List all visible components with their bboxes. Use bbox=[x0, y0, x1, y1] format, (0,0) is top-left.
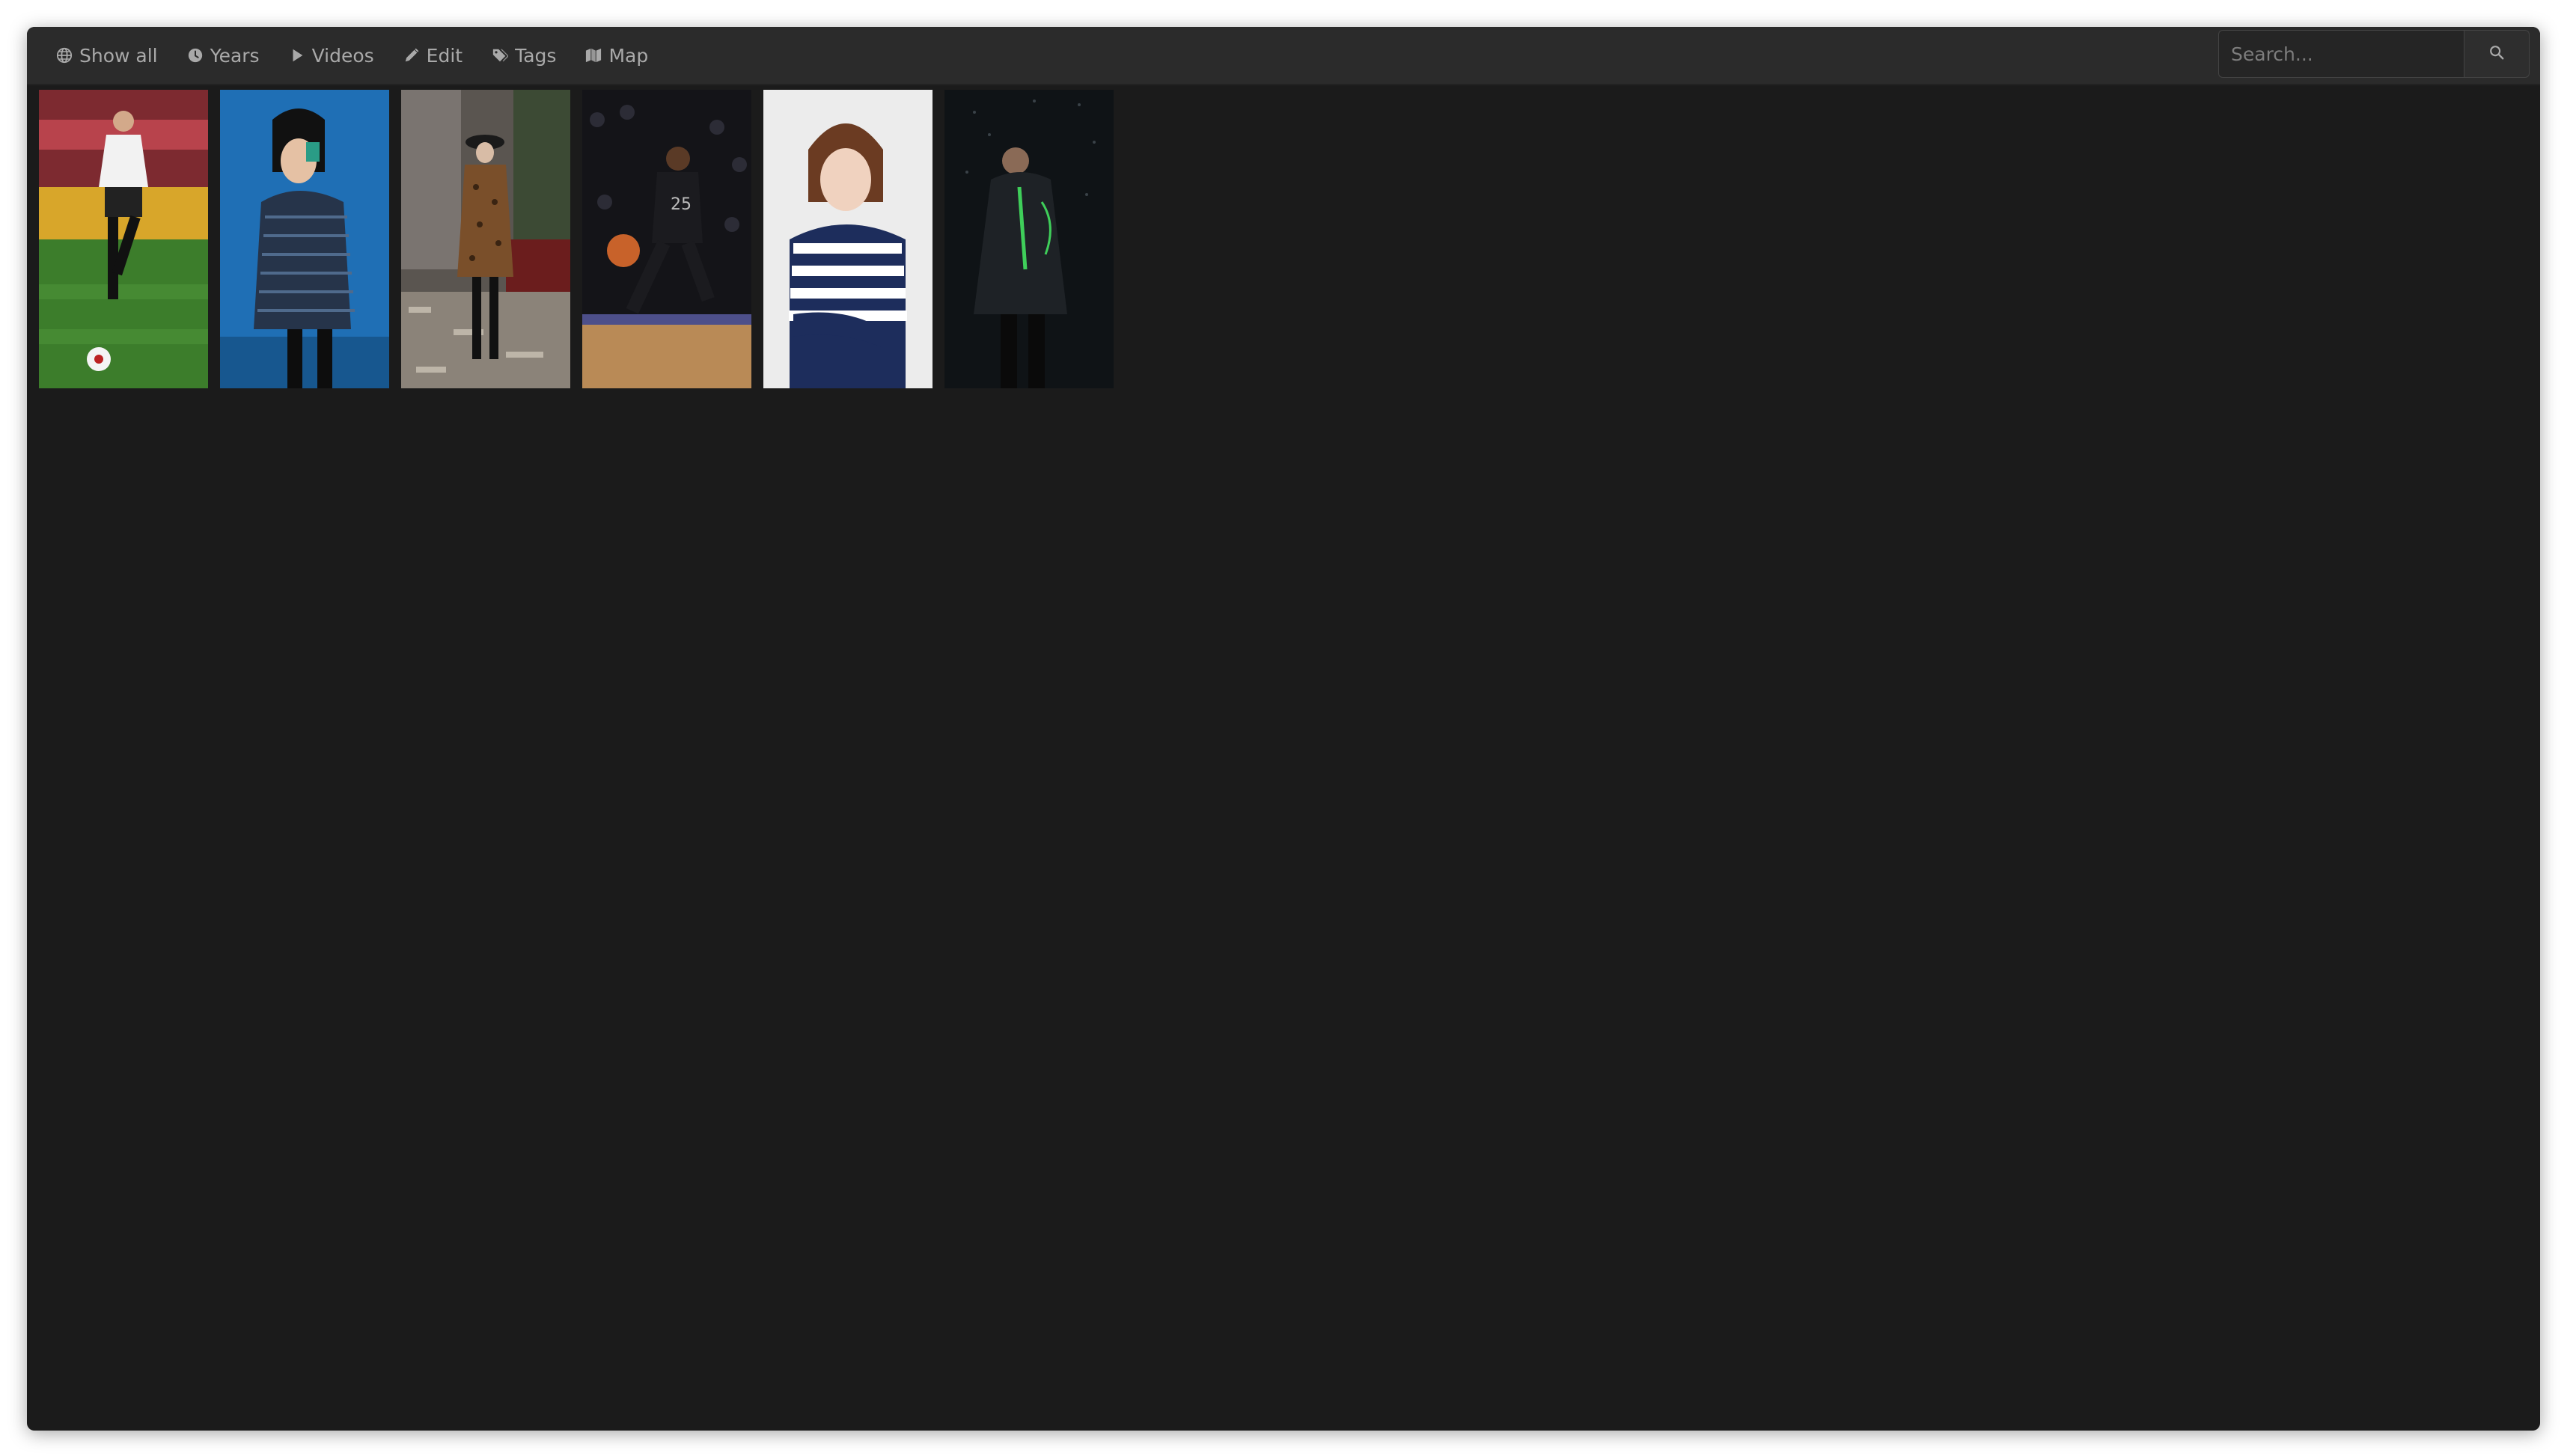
tags-icon bbox=[491, 46, 509, 64]
photo-thumbnail[interactable] bbox=[763, 90, 933, 388]
nav-show-all[interactable]: Show all bbox=[55, 45, 158, 67]
nav-years[interactable]: Years bbox=[186, 45, 260, 67]
top-navbar: Show all Years Videos Edit Tags Map Sear… bbox=[27, 27, 2540, 85]
photo-gallery: 25 bbox=[39, 90, 1126, 388]
nav-map[interactable]: Map bbox=[584, 45, 648, 67]
photo-thumbnail[interactable] bbox=[39, 90, 208, 388]
man-dark-jacket-image bbox=[944, 90, 1114, 388]
nav-tags-label: Tags bbox=[515, 44, 557, 67]
pencil-icon bbox=[403, 46, 421, 64]
globe-icon bbox=[55, 46, 73, 64]
search-form bbox=[2218, 30, 2530, 79]
search-icon bbox=[2488, 44, 2505, 64]
svg-text:25: 25 bbox=[671, 195, 692, 214]
app-window: Show all Years Videos Edit Tags Map Sear… bbox=[27, 27, 2540, 1431]
search-button[interactable] bbox=[2464, 30, 2530, 78]
play-icon bbox=[288, 46, 306, 64]
nav-videos-label: Videos bbox=[311, 44, 374, 67]
leopard-coat-model-image bbox=[401, 90, 570, 388]
soccer-player-image bbox=[39, 90, 208, 388]
photo-thumbnail[interactable] bbox=[401, 90, 570, 388]
clock-icon bbox=[186, 46, 204, 64]
nav-edit[interactable]: Edit bbox=[403, 45, 463, 67]
nav-videos[interactable]: Videos bbox=[288, 45, 374, 67]
search-input[interactable] bbox=[2218, 30, 2464, 78]
photo-thumbnail[interactable] bbox=[220, 90, 389, 388]
woman-striped-top-image bbox=[763, 90, 933, 388]
nav-years-label: Years bbox=[210, 44, 260, 67]
nav-edit-label: Edit bbox=[426, 44, 463, 67]
nav-menu: Show all Years Videos Edit Tags Map bbox=[55, 27, 677, 84]
nav-map-label: Map bbox=[608, 44, 649, 67]
nav-tags[interactable]: Tags bbox=[491, 45, 556, 67]
basketball-player-image: 25 bbox=[582, 90, 751, 388]
photo-thumbnail[interactable] bbox=[944, 90, 1114, 388]
woman-blue-background-image bbox=[220, 90, 389, 388]
map-icon bbox=[584, 46, 602, 64]
photo-thumbnail[interactable]: 25 bbox=[582, 90, 751, 388]
nav-show-all-label: Show all bbox=[79, 44, 158, 67]
